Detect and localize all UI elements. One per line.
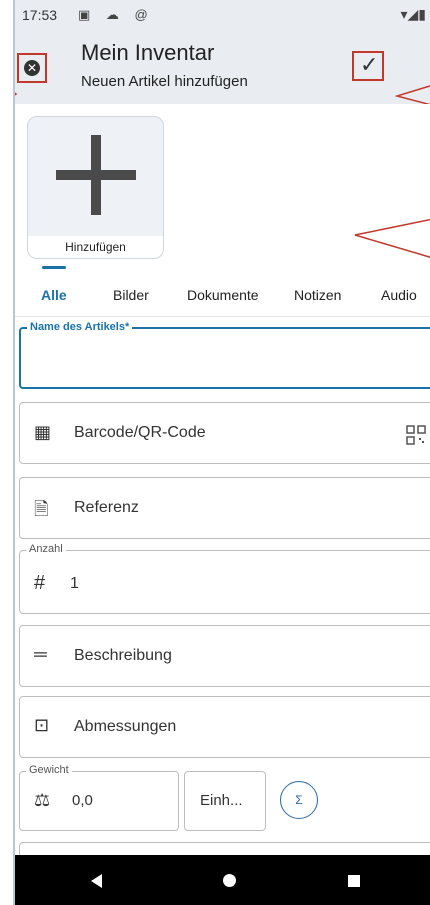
status-icons: ▣ ☁ @ [78, 7, 154, 22]
back-icon[interactable] [91, 874, 102, 888]
phone-screen: 17:53 ▣ ☁ @ ▾◢▮ ✕ Mein Inventar Neuen Ar… [13, 0, 430, 905]
page-subtitle: Neuen Artikel hinzufügen [81, 73, 248, 90]
add-image-button[interactable]: Hinzufügen [27, 116, 164, 259]
home-icon[interactable] [223, 874, 236, 887]
status-time: 17:53 [22, 7, 58, 23]
text-lines-icon: ═ [34, 644, 47, 664]
weight-field[interactable]: Gewicht ⚖ 0,0 [19, 764, 179, 831]
dimensions-icon: ⊡ [34, 715, 50, 735]
item-name-field[interactable]: Name des Artikels* [19, 321, 430, 389]
unit-select[interactable]: Einh... [184, 771, 266, 831]
signal-battery-icons: ▾◢▮ [400, 6, 427, 22]
quantity-value: 1 [70, 575, 79, 592]
tab-images[interactable]: Bilder [113, 287, 149, 303]
page-title: Mein Inventar [81, 40, 215, 65]
qr-code-icon: ▦ [34, 422, 52, 442]
close-button[interactable]: ✕ [17, 53, 47, 83]
recent-apps-icon[interactable] [348, 875, 360, 887]
tab-indicator [42, 266, 66, 269]
app-header: ✕ Mein Inventar Neuen Artikel hinzufügen… [15, 30, 430, 106]
quantity-field[interactable]: Anzahl # 1 [19, 543, 430, 614]
item-name-label: Name des Artikels* [27, 321, 133, 333]
tab-audio[interactable]: Audio [381, 287, 417, 303]
description-field[interactable]: ═ Beschreibung [19, 625, 430, 687]
dimensions-label: Abmessungen [74, 718, 177, 735]
check-icon: ✓ [360, 52, 379, 77]
reference-label: Referenz [74, 499, 139, 516]
save-button[interactable]: ✓ [352, 51, 384, 81]
annotation-arrow-left [15, 92, 18, 96]
quantity-label: Anzahl [26, 543, 66, 555]
description-label: Beschreibung [74, 647, 172, 664]
unit-select-value: Einh... [200, 792, 243, 809]
tab-bar: Alle Bilder Dokumente Notizen Audio [15, 264, 430, 317]
plus-icon [56, 135, 136, 215]
add-image-label: Hinzufügen [28, 236, 163, 258]
annotation-arrow-middle [354, 218, 430, 258]
close-circle-icon: ✕ [24, 60, 40, 76]
reference-field[interactable]: 🗎 Referenz [19, 477, 430, 539]
hash-icon: # [34, 572, 46, 594]
barcode-label: Barcode/QR-Code [74, 424, 206, 441]
system-nav-bar [15, 855, 430, 905]
tab-documents[interactable]: Dokumente [187, 287, 259, 303]
dimensions-field[interactable]: ⊡ Abmessungen [19, 696, 430, 758]
tab-notes[interactable]: Notizen [294, 287, 341, 303]
barcode-field[interactable]: ▦ Barcode/QR-Code [19, 402, 430, 464]
calculator-button[interactable]: Σ [280, 781, 318, 819]
tab-all[interactable]: Alle [41, 287, 67, 303]
weight-value: 0,0 [72, 792, 93, 809]
weight-label: Gewicht [26, 764, 72, 776]
status-bar: 17:53 ▣ ☁ @ ▾◢▮ [15, 0, 430, 30]
document-info-icon: 🗎 [34, 499, 49, 519]
qr-scan-icon[interactable] [406, 425, 426, 445]
scale-icon: ⚖ [34, 790, 51, 810]
